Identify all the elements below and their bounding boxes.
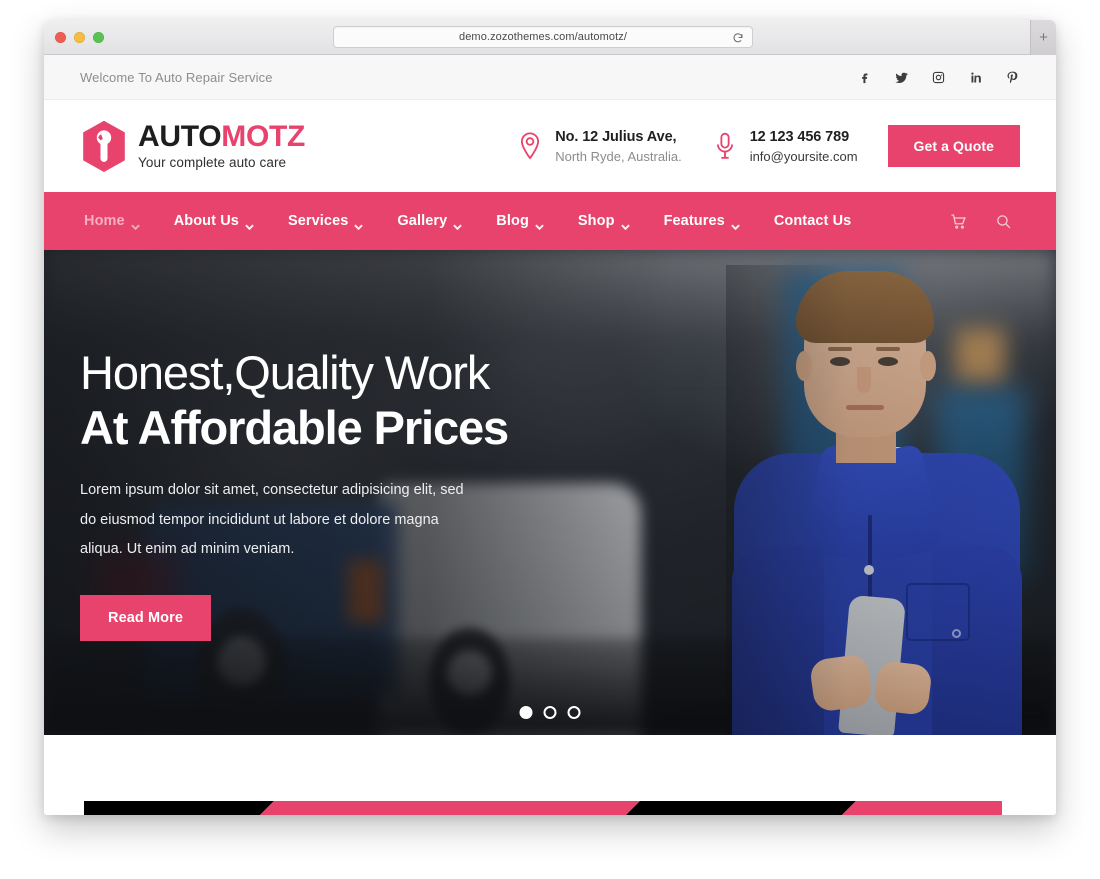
site-header: AUTOMOTZ Your complete auto care No. 12 … <box>44 100 1056 192</box>
hero-paragraph: Lorem ipsum dolor sit amet, consectetur … <box>80 481 464 558</box>
stripe-segment-1 <box>84 801 274 815</box>
chevron-down-icon <box>731 218 740 231</box>
welcome-text: Welcome To Auto Repair Service <box>80 69 273 85</box>
chevron-down-icon <box>620 218 630 231</box>
nav-menu: Home About Us Services Gallery Blog Shop… <box>80 213 869 231</box>
nav-item-services[interactable]: Services <box>271 213 380 231</box>
pinterest-icon[interactable] <box>1005 70 1020 85</box>
address-line-2: North Ryde, Australia. <box>555 148 682 164</box>
nav-item-gallery[interactable]: Gallery <box>380 213 479 231</box>
map-pin-icon <box>517 131 543 161</box>
nav-label-services: Services <box>287 213 349 229</box>
address-bar[interactable]: demo.zozothemes.com/automotz/ <box>333 26 753 48</box>
nav-label-shop: Shop <box>577 213 615 229</box>
hero-content: Honest,Quality Work At Affordable Prices… <box>80 346 600 642</box>
logo-word-motz: MOTZ <box>221 120 306 154</box>
nav-item-shop[interactable]: Shop <box>561 213 647 231</box>
main-navigation: Home About Us Services Gallery Blog Shop… <box>44 192 1056 250</box>
social-links <box>857 70 1020 85</box>
nav-item-about-us[interactable]: About Us <box>157 213 271 231</box>
header-contact-block: 12 123 456 789 info@yoursite.com <box>712 129 858 164</box>
nav-label-features: Features <box>663 213 725 229</box>
hero-heading: Honest,Quality Work At Affordable Prices <box>80 346 600 456</box>
chevron-down-icon <box>354 218 364 231</box>
twitter-icon[interactable] <box>894 70 909 85</box>
nav-label-about-us: About Us <box>173 213 239 229</box>
logo-tagline: Your complete auto care <box>138 155 287 171</box>
nav-item-home[interactable]: Home <box>80 213 157 231</box>
slider-dot-1[interactable] <box>519 706 533 719</box>
stripe-segment-4 <box>842 801 1002 815</box>
nav-item-features[interactable]: Features <box>647 213 757 231</box>
nav-tools <box>950 213 1020 230</box>
nav-item-contact-us[interactable]: Contact Us <box>757 213 869 229</box>
linkedin-icon[interactable] <box>968 70 983 85</box>
nav-label-blog: Blog <box>496 213 529 229</box>
instagram-icon[interactable] <box>931 70 946 85</box>
hero-heading-line-1: Honest,Quality Work <box>80 346 490 399</box>
phone-number: 12 123 456 789 <box>749 128 850 145</box>
nav-label-gallery: Gallery <box>397 213 448 229</box>
logo-word-auto: AUTO <box>138 120 222 154</box>
browser-toolbar: demo.zozothemes.com/automotz/ + <box>44 20 1056 55</box>
chevron-down-icon <box>535 218 544 231</box>
nav-label-home: Home <box>84 213 125 229</box>
new-tab-button[interactable]: + <box>1030 20 1056 55</box>
slider-pagination <box>519 706 581 719</box>
get-a-quote-button[interactable]: Get a Quote <box>887 125 1020 167</box>
hero-heading-line-2: At Affordable Prices <box>80 400 509 454</box>
nav-label-contact-us: Contact Us <box>773 213 852 229</box>
url-text: demo.zozothemes.com/automotz/ <box>459 31 627 43</box>
email-address: info@yoursite.com <box>749 148 858 164</box>
hexagon-wrench-icon <box>80 120 128 172</box>
hero-slider: Honest,Quality Work At Affordable Prices… <box>44 250 1056 735</box>
logo-wordmark: AUTOMOTZ <box>138 122 305 152</box>
site-logo[interactable]: AUTOMOTZ Your complete auto care <box>80 120 305 172</box>
nav-item-blog[interactable]: Blog <box>479 213 561 231</box>
window-traffic-lights <box>55 32 104 43</box>
address-line-1: No. 12 Julius Ave, <box>555 128 677 145</box>
chevron-down-icon <box>130 218 140 231</box>
below-hero-section <box>44 735 1056 815</box>
address-lines: No. 12 Julius Ave, North Ryde, Australia… <box>555 129 681 164</box>
contact-lines: 12 123 456 789 info@yoursite.com <box>750 129 858 164</box>
minimize-window-button[interactable] <box>74 32 85 43</box>
logo-text: AUTOMOTZ Your complete auto care <box>138 122 305 170</box>
header-address-block: No. 12 Julius Ave, North Ryde, Australia… <box>517 129 682 164</box>
stripe-segment-3 <box>626 801 856 815</box>
search-icon[interactable] <box>995 213 1012 230</box>
top-utility-bar: Welcome To Auto Repair Service <box>44 55 1056 100</box>
chevron-down-icon <box>245 218 254 231</box>
phone-mic-icon <box>712 131 738 161</box>
browser-window: demo.zozothemes.com/automotz/ + Welcome … <box>44 20 1056 815</box>
reload-icon[interactable] <box>732 31 744 43</box>
slider-dot-2[interactable] <box>543 706 557 719</box>
stripe-segment-2 <box>260 801 640 815</box>
close-window-button[interactable] <box>55 32 66 43</box>
cart-icon[interactable] <box>950 213 967 230</box>
decorative-stripe-bar <box>84 801 1016 815</box>
facebook-icon[interactable] <box>857 70 872 85</box>
page-viewport: Welcome To Auto Repair Service AUTOMOTZ … <box>44 55 1056 815</box>
read-more-button[interactable]: Read More <box>80 595 212 642</box>
slider-dot-3[interactable] <box>567 706 581 719</box>
maximize-window-button[interactable] <box>93 32 104 43</box>
header-contact-group: No. 12 Julius Ave, North Ryde, Australia… <box>517 125 1020 167</box>
chevron-down-icon <box>453 218 463 231</box>
